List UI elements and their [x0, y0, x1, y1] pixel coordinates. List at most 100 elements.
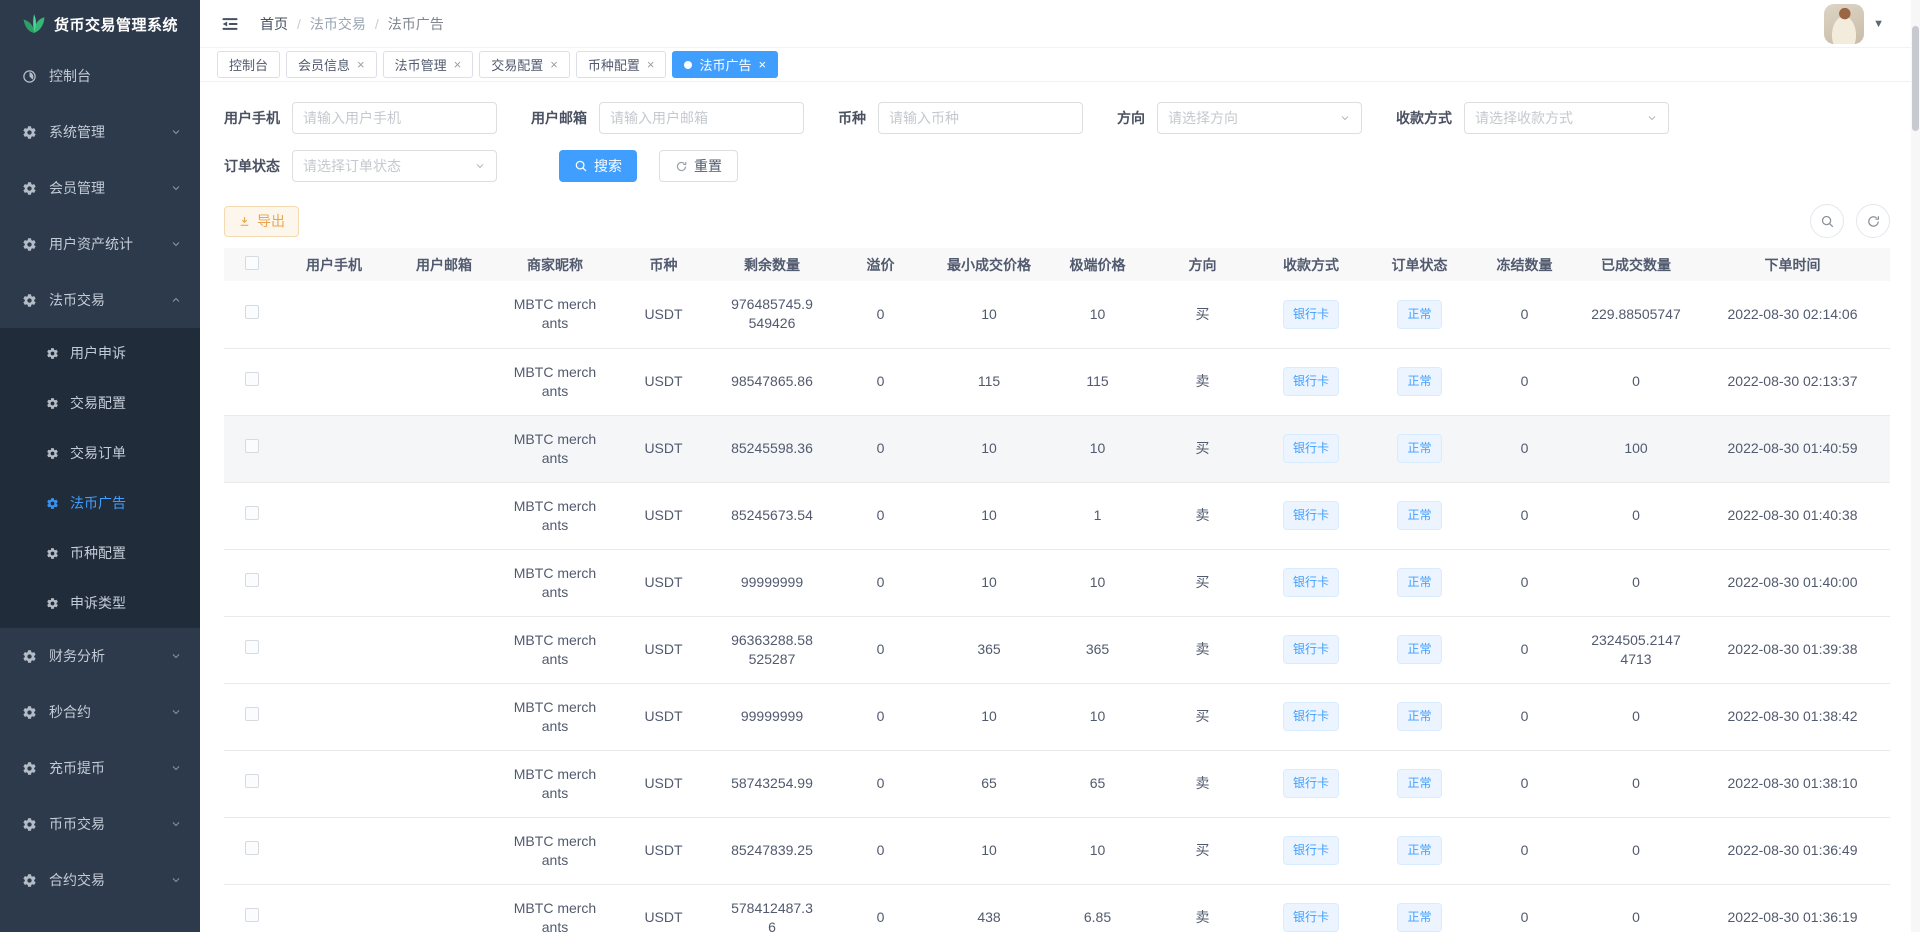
tab[interactable]: 交易配置×: [479, 51, 570, 78]
cell-merchant: MBTC merchants: [499, 281, 611, 348]
row-checkbox[interactable]: [245, 439, 259, 453]
cell-remaining: 98547865.86: [716, 348, 828, 415]
filter-label: 用户手机: [224, 108, 280, 128]
user-caret-icon[interactable]: ▼: [1873, 18, 1884, 30]
cell-phone: [279, 549, 389, 616]
tab[interactable]: 币种配置×: [576, 51, 667, 78]
tab[interactable]: 会员信息×: [286, 51, 377, 78]
filter-select[interactable]: 请选择订单状态: [292, 150, 497, 182]
breadcrumb-item: 法币广告: [388, 14, 444, 34]
cell-premium: 0: [828, 616, 933, 683]
breadcrumb-item[interactable]: 法币交易: [310, 14, 366, 34]
filter-input[interactable]: [599, 102, 804, 134]
payment-badge: 银行卡: [1283, 568, 1339, 597]
gear-icon: [22, 761, 37, 776]
sidebar-item[interactable]: 币币交易: [0, 796, 200, 852]
row-checkbox[interactable]: [245, 841, 259, 855]
sidebar-subitem[interactable]: 申诉类型: [0, 578, 200, 628]
tab[interactable]: 法币管理 ×: [383, 51, 474, 78]
row-checkbox[interactable]: [245, 908, 259, 922]
sidebar-item[interactable]: 系统管理: [0, 104, 200, 160]
sidebar-subitem[interactable]: 交易配置: [0, 378, 200, 428]
filter-input[interactable]: [292, 102, 497, 134]
tab[interactable]: 控制台: [217, 51, 280, 78]
sidebar-item-label: 用户资产统计: [49, 234, 133, 254]
tab-close-icon[interactable]: ×: [454, 58, 462, 71]
avatar[interactable]: [1824, 4, 1864, 44]
page-scrollbar[interactable]: [1911, 0, 1920, 932]
cell-phone: [279, 415, 389, 482]
tab[interactable]: 法币广告×: [672, 51, 778, 78]
sidebar-item[interactable]: 充币提币: [0, 740, 200, 796]
cell-email: [389, 549, 499, 616]
sidebar-item[interactable]: 会员管理: [0, 160, 200, 216]
cell-direction: 卖: [1150, 616, 1255, 683]
reset-button[interactable]: 重置: [659, 150, 738, 182]
cell-coin: USDT: [611, 817, 716, 884]
table-row[interactable]: MBTC merchantsUSDT85245673.540101卖银行卡正常0…: [224, 482, 1890, 549]
filter-select[interactable]: 请选择方向: [1157, 102, 1362, 134]
row-checkbox[interactable]: [245, 774, 259, 788]
cell-email: [389, 616, 499, 683]
tab-close-icon[interactable]: ×: [357, 58, 365, 71]
tab-close-icon[interactable]: ×: [550, 58, 558, 71]
sidebar-item[interactable]: 控制台: [0, 48, 200, 104]
sidebar-collapse-icon[interactable]: [220, 14, 240, 34]
row-checkbox[interactable]: [245, 707, 259, 721]
sidebar-subitem[interactable]: 币种配置: [0, 528, 200, 578]
table-row[interactable]: MBTC merchantsUSDT85247839.2501010买银行卡正常…: [224, 817, 1890, 884]
cell-filled: 0: [1577, 348, 1695, 415]
tab-label: 法币管理: [395, 55, 447, 74]
search-button[interactable]: 搜索: [559, 150, 637, 182]
gear-icon: [22, 705, 37, 720]
tab-close-icon[interactable]: ×: [647, 58, 655, 71]
cell-premium: 0: [828, 348, 933, 415]
cell-remaining: 85247839.25: [716, 817, 828, 884]
cell-merchant: MBTC merchants: [499, 549, 611, 616]
export-button[interactable]: 导出: [224, 206, 299, 237]
row-checkbox[interactable]: [245, 305, 259, 319]
payment-badge: 银行卡: [1283, 702, 1339, 731]
table-row[interactable]: MBTC merchantsUSDT9999999901010买银行卡正常002…: [224, 683, 1890, 750]
table-row[interactable]: MBTC merchantsUSDT578412487.3604386.85卖银…: [224, 884, 1890, 932]
cell-status: 正常: [1367, 549, 1472, 616]
cell-premium: 0: [828, 884, 933, 932]
filter-row-1: 用户手机用户邮箱币种方向请选择方向收款方式请选择收款方式: [224, 102, 1890, 134]
row-checkbox[interactable]: [245, 573, 259, 587]
table-row[interactable]: MBTC merchantsUSDT976485745.954942601010…: [224, 281, 1890, 348]
row-checkbox[interactable]: [245, 506, 259, 520]
table-refresh-button[interactable]: [1856, 204, 1890, 238]
cell-remaining: 96363288.58525287: [716, 616, 828, 683]
row-checkbox[interactable]: [245, 372, 259, 386]
table-row[interactable]: MBTC merchantsUSDT98547865.860115115卖银行卡…: [224, 348, 1890, 415]
sidebar-item[interactable]: 用户资产统计: [0, 216, 200, 272]
filter-input[interactable]: [878, 102, 1083, 134]
tab-close-icon[interactable]: ×: [758, 58, 766, 71]
table-row[interactable]: MBTC merchantsUSDT96363288.5852528703653…: [224, 616, 1890, 683]
breadcrumb-item[interactable]: 首页: [260, 14, 288, 34]
payment-badge: 银行卡: [1283, 367, 1339, 396]
sidebar-item[interactable]: 秒合约: [0, 684, 200, 740]
sidebar-subitem[interactable]: 交易订单: [0, 428, 200, 478]
sidebar-item-label: 法币交易: [49, 290, 105, 310]
sidebar-item-label: 会员管理: [49, 178, 105, 198]
sidebar-subitem[interactable]: 法币广告: [0, 478, 200, 528]
sidebar-item[interactable]: 合约交易: [0, 852, 200, 908]
cell-coin: USDT: [611, 482, 716, 549]
table-search-toggle-button[interactable]: [1810, 204, 1844, 238]
table-row[interactable]: MBTC merchantsUSDT58743254.9906565卖银行卡正常…: [224, 750, 1890, 817]
select-all-checkbox[interactable]: [245, 256, 259, 270]
cell-frozen: 0: [1472, 884, 1577, 932]
sidebar-subitem[interactable]: 用户申诉: [0, 328, 200, 378]
filter-select[interactable]: 请选择收款方式: [1464, 102, 1669, 134]
table-row[interactable]: MBTC merchantsUSDT85245598.3601010买银行卡正常…: [224, 415, 1890, 482]
payment-badge: 银行卡: [1283, 300, 1339, 329]
row-checkbox[interactable]: [245, 640, 259, 654]
cell-merchant: MBTC merchants: [499, 482, 611, 549]
scrollbar-thumb[interactable]: [1912, 26, 1919, 131]
sidebar-item[interactable]: 财务分析: [0, 628, 200, 684]
column-header: 用户邮箱: [389, 248, 499, 281]
sidebar-item-label: 合约交易: [49, 870, 105, 890]
table-row[interactable]: MBTC merchantsUSDT9999999901010买银行卡正常002…: [224, 549, 1890, 616]
sidebar-item[interactable]: 法币交易: [0, 272, 200, 328]
